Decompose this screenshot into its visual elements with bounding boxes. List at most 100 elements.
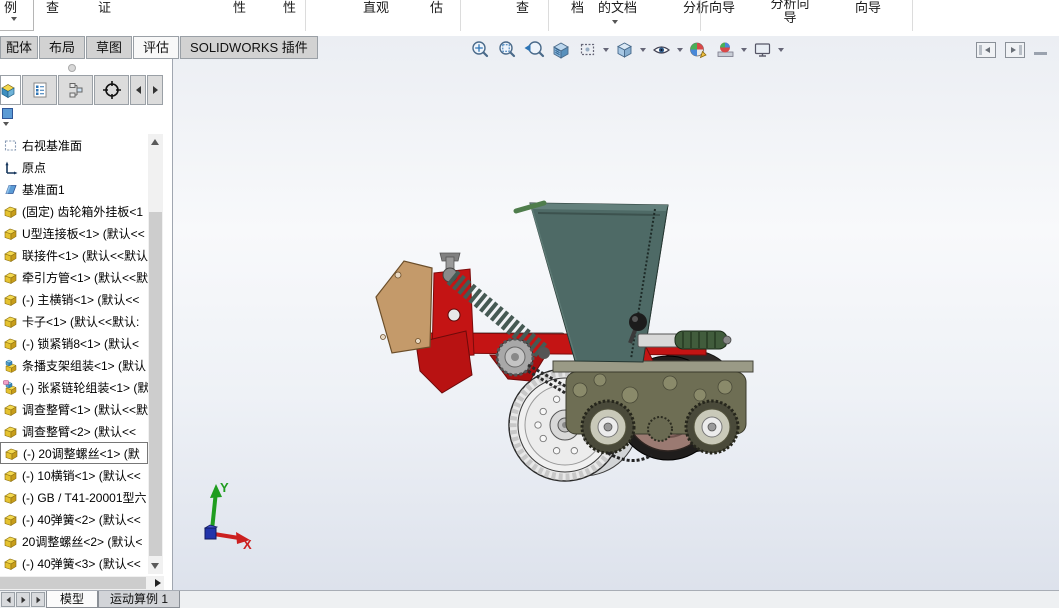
scroll-up-icon[interactable]: [151, 139, 159, 145]
assembly-icon: [5, 359, 17, 373]
graphics-area[interactable]: Y X: [173, 36, 1059, 590]
part-icon: [4, 316, 17, 328]
panel-splitter-handle[interactable]: [68, 64, 76, 72]
scroll-down-icon[interactable]: [151, 563, 159, 569]
tree-item[interactable]: U型连接板<1> (默认<<: [0, 222, 148, 244]
tree-item[interactable]: (-) 主横销<1> (默认<<: [0, 288, 148, 310]
ribbon-separator: [305, 0, 306, 31]
panel-tab-scroll-right[interactable]: [147, 75, 163, 105]
tab-sketch[interactable]: 草图: [86, 36, 133, 59]
tree-root-icon[interactable]: [2, 108, 13, 119]
last-study-tab-button[interactable]: [31, 592, 45, 607]
tree-item[interactable]: (-) 40弹簧<2> (默认<<: [0, 508, 148, 530]
chevron-down-icon[interactable]: [741, 48, 747, 52]
tab-solidworks-addins[interactable]: SOLIDWORKS 插件: [180, 36, 318, 59]
tab-configuration-manager[interactable]: [58, 75, 93, 105]
chevron-down-icon[interactable]: [3, 122, 9, 126]
tree-vertical-scrollbar[interactable]: [148, 134, 163, 574]
collapse-left-pane-icon[interactable]: [976, 42, 996, 59]
scrollbar-thumb[interactable]: [0, 577, 146, 589]
tree-item[interactable]: 调查整臂<2> (默认<<: [0, 420, 148, 442]
tab-dimxpert[interactable]: [94, 75, 129, 105]
scroll-right-icon[interactable]: [155, 579, 161, 587]
tree-item[interactable]: 调查整臂<1> (默认<<默: [0, 398, 148, 420]
edit-appearance-icon[interactable]: [688, 39, 710, 61]
dimxpert-icon: [102, 81, 121, 99]
tree-item[interactable]: 联接件<1> (默认<<默认: [0, 244, 148, 266]
chevron-down-icon[interactable]: [677, 48, 683, 52]
zoom-to-area-icon[interactable]: [496, 39, 518, 61]
part-icon: [4, 294, 17, 306]
minimize-bar-icon[interactable]: [1034, 52, 1047, 55]
section-view-icon[interactable]: [550, 39, 572, 61]
feature-tree: 右视基准面 原点 基准面1 (固定) 齿轮箱外挂板<1 U型连接板<1> (默认…: [0, 134, 148, 574]
ribbon-label[interactable]: 分析向导: [683, 0, 735, 16]
tree-item[interactable]: (-) 40弹簧<3> (默认<<: [0, 552, 148, 574]
tab-property-manager[interactable]: [22, 75, 57, 105]
ribbon: 例 查 证 性 性 直观 估 查 档 的文档 分析向导 分析向导 向导: [0, 0, 1059, 36]
tree-item[interactable]: (-) GB / T41-20001型六: [0, 486, 148, 508]
tree-item[interactable]: 右视基准面: [0, 134, 148, 156]
tree-item[interactable]: (-) 锁紧销8<1> (默认<: [0, 332, 148, 354]
part-icon: [4, 536, 17, 548]
chevron-down-icon[interactable]: [778, 48, 784, 52]
tree-item-selected[interactable]: (-) 20调整螺丝<1> (默: [0, 442, 148, 464]
tree-item[interactable]: 牵引方管<1> (默认<<默: [0, 266, 148, 288]
tab-model[interactable]: 模型: [46, 591, 98, 608]
part-icon: [4, 338, 17, 350]
ribbon-gallery-button[interactable]: 例: [0, 0, 34, 31]
property-manager-icon: [33, 82, 46, 98]
ribbon-separator: [912, 0, 913, 31]
part-icon: [4, 404, 17, 416]
tab-layout[interactable]: 布局: [39, 36, 86, 59]
view-orientation-icon[interactable]: [614, 39, 636, 61]
panel-tabs: [0, 75, 164, 105]
next-study-tab-button[interactable]: [16, 592, 30, 607]
collapse-right-pane-icon[interactable]: [1005, 42, 1025, 59]
origin-icon: [4, 160, 18, 175]
tree-item[interactable]: (-) 10横销<1> (默认<<: [0, 464, 148, 486]
tab-feature-tree[interactable]: [0, 75, 21, 105]
tree-item[interactable]: 卡子<1> (默认<<默认:: [0, 310, 148, 332]
ribbon-label[interactable]: 的文档: [598, 0, 637, 16]
tab-motion-study-1[interactable]: 运动算例 1: [98, 591, 180, 608]
ribbon-label[interactable]: 直观: [363, 0, 389, 16]
tree-item[interactable]: 20调整螺丝<2> (默认<: [0, 530, 148, 552]
ribbon-label[interactable]: 查: [46, 0, 59, 16]
ribbon-label[interactable]: 性: [283, 0, 296, 16]
ribbon-label[interactable]: 查: [516, 0, 529, 16]
ribbon-label[interactable]: 向导: [855, 0, 881, 16]
zoom-to-fit-icon[interactable]: [469, 39, 491, 61]
tree-horizontal-scrollbar[interactable]: [0, 576, 164, 590]
ribbon-label[interactable]: 证: [98, 0, 111, 16]
scrollbar-thumb[interactable]: [149, 212, 162, 556]
flexible-assembly-icon: [3, 380, 18, 395]
tab-evaluate[interactable]: 评估: [133, 36, 180, 59]
tree-item[interactable]: 基准面1: [0, 178, 148, 200]
panel-tab-scroll-left[interactable]: [130, 75, 146, 105]
tree-item[interactable]: 条播支架组装<1> (默认: [0, 354, 148, 376]
ribbon-label[interactable]: 估: [430, 0, 443, 16]
ribbon-label[interactable]: 分析向导: [766, 0, 814, 25]
status-tab-bar: 模型 运动算例 1: [0, 590, 1059, 608]
chevron-down-icon[interactable]: [640, 48, 646, 52]
tree-item[interactable]: 原点: [0, 156, 148, 178]
part-icon: [4, 228, 17, 240]
pane-controls: [976, 42, 1047, 59]
part-icon: [4, 470, 17, 482]
ribbon-label[interactable]: 性: [233, 0, 246, 16]
first-study-tab-button[interactable]: [1, 592, 15, 607]
view-settings-icon[interactable]: [752, 39, 774, 61]
previous-view-icon[interactable]: [523, 39, 545, 61]
apply-scene-icon[interactable]: [715, 39, 737, 61]
ribbon-label[interactable]: 档: [571, 0, 584, 16]
orientation-triad: Y X: [204, 480, 252, 550]
hide-show-items-icon[interactable]: [651, 39, 673, 61]
tab-assembly[interactable]: 配体: [0, 36, 38, 59]
chevron-down-icon: [612, 20, 618, 24]
part-icon: [4, 492, 17, 504]
chevron-down-icon[interactable]: [603, 48, 609, 52]
tree-item[interactable]: (-) 张紧链轮组装<1> (默: [0, 376, 148, 398]
tree-item[interactable]: (固定) 齿轮箱外挂板<1: [0, 200, 148, 222]
annotation-views-icon[interactable]: [577, 39, 599, 61]
